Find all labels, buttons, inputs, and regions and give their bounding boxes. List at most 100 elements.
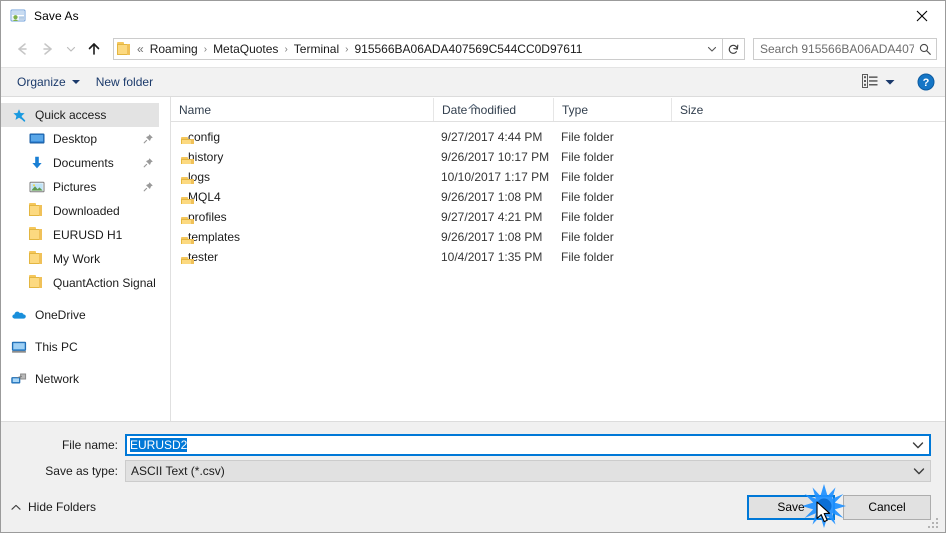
breadcrumb-overflow[interactable]: « (137, 42, 144, 56)
breadcrumb-item-terminal-id[interactable]: 915566BA06ADA407569C544CC0D97611 (351, 40, 585, 58)
breadcrumb-item-roaming[interactable]: Roaming (147, 40, 201, 58)
file-list-pane: Name Date modified Type Size config 9/27… (171, 97, 945, 421)
sidebar-item-label: OneDrive (35, 308, 86, 322)
column-header-name[interactable]: Name (171, 98, 433, 121)
hide-folders-label: Hide Folders (28, 500, 97, 514)
sidebar-item-downloaded[interactable]: Downloaded (1, 199, 170, 223)
table-row[interactable]: tester 10/4/2017 1:35 PM File folder (171, 247, 945, 267)
sidebar-item-label: Quick access (35, 108, 107, 122)
svg-text:?: ? (923, 77, 930, 89)
close-button[interactable] (899, 1, 945, 30)
table-row[interactable]: templates 9/26/2017 1:08 PM File folder (171, 227, 945, 247)
table-row[interactable]: MQL4 9/26/2017 1:08 PM File folder (171, 187, 945, 207)
this-pc-icon (11, 339, 27, 355)
sidebar-item-label: Pictures (53, 180, 97, 194)
search-input[interactable]: Search 915566BA06ADA40756... (753, 38, 937, 60)
forward-arrow-icon[interactable] (35, 36, 61, 62)
chevron-up-icon (11, 500, 21, 514)
pin-icon (143, 133, 154, 147)
dialog-body: Quick access Desktop Documents Pictures … (1, 97, 945, 421)
folder-icon (29, 203, 45, 219)
breadcrumb-item-metaquotes[interactable]: MetaQuotes (210, 40, 281, 58)
save-as-type-value: ASCII Text (*.csv) (131, 464, 225, 478)
breadcrumb-item-terminal[interactable]: Terminal (291, 40, 342, 58)
sort-ascending-icon (468, 99, 479, 113)
desktop-icon (29, 131, 45, 147)
search-icon (914, 42, 936, 56)
column-header-size[interactable]: Size (671, 98, 747, 121)
file-name-input[interactable]: EURUSD2 (125, 434, 931, 456)
file-type-cell: File folder (561, 210, 614, 224)
file-name-cell: logs (171, 170, 433, 184)
save-as-dialog: Save As « Roaming › MetaQuotes › Termina… (0, 0, 946, 533)
file-date-cell: 10/4/2017 1:35 PM (441, 250, 543, 264)
navigation-pane: Quick access Desktop Documents Pictures … (1, 97, 171, 421)
sidebar-item-quick-access[interactable]: Quick access (1, 103, 159, 127)
sidebar-item-label: This PC (35, 340, 78, 354)
sidebar-item-documents[interactable]: Documents (1, 151, 170, 175)
file-name-cell: templates (171, 230, 433, 244)
up-arrow-icon[interactable] (81, 36, 107, 62)
sidebar-item-label: Downloaded (53, 204, 120, 218)
table-row[interactable]: profiles 9/27/2017 4:21 PM File folder (171, 207, 945, 227)
save-button[interactable]: Save (747, 494, 835, 520)
column-header-type[interactable]: Type (553, 98, 671, 121)
sidebar-item-my-work[interactable]: My Work (1, 247, 170, 271)
organize-button[interactable]: Organize (9, 71, 88, 93)
save-as-type-select[interactable]: ASCII Text (*.csv) (125, 460, 931, 482)
star-pin-icon (11, 107, 27, 123)
help-question-icon[interactable]: ? (915, 71, 937, 93)
sidebar-item-quantaction-signal[interactable]: QuantAction Signal (1, 271, 170, 295)
file-type-cell: File folder (561, 150, 614, 164)
file-date-cell: 9/26/2017 1:08 PM (441, 230, 543, 244)
address-bar: « Roaming › MetaQuotes › Terminal › 9155… (1, 31, 945, 67)
file-date-cell: 10/10/2017 1:17 PM (441, 170, 550, 184)
chevron-down-icon[interactable] (907, 441, 929, 450)
column-header-date-modified[interactable]: Date modified (433, 98, 553, 121)
cancel-button[interactable]: Cancel (843, 494, 931, 520)
sidebar-item-label: QuantAction Signal (53, 276, 156, 290)
resize-grip-icon[interactable] (928, 517, 941, 529)
file-type-cell: File folder (561, 190, 614, 204)
chevron-down-icon[interactable] (702, 39, 722, 59)
sidebar-item-desktop[interactable]: Desktop (1, 127, 170, 151)
sidebar-item-pictures[interactable]: Pictures (1, 175, 170, 199)
sidebar-item-eurusd-h1[interactable]: EURUSD H1 (1, 223, 170, 247)
file-type-cell: File folder (561, 230, 614, 244)
change-view-button[interactable] (856, 71, 901, 94)
refresh-icon[interactable] (723, 38, 745, 60)
save-as-icon (10, 8, 26, 24)
dialog-footer: Hide Folders Save Cancel (1, 486, 945, 532)
sidebar-item-this-pc[interactable]: This PC (1, 335, 170, 359)
folder-icon (29, 227, 45, 243)
column-header-row: Name Date modified Type Size (171, 97, 945, 122)
chevron-down-icon (885, 75, 895, 89)
hide-folders-button[interactable]: Hide Folders (11, 500, 96, 514)
chevron-down-icon[interactable] (908, 467, 930, 476)
file-type-cell: File folder (561, 250, 614, 264)
window-title: Save As (34, 9, 79, 23)
save-form: File name: EURUSD2 Save as type: ASCII T… (1, 421, 945, 486)
title-bar: Save As (1, 1, 945, 31)
sidebar-item-onedrive[interactable]: OneDrive (1, 303, 170, 327)
new-folder-button[interactable]: New folder (88, 71, 161, 93)
back-arrow-icon[interactable] (9, 36, 35, 62)
table-row[interactable]: config 9/27/2017 4:44 PM File folder (171, 127, 945, 147)
table-row[interactable]: history 9/26/2017 10:17 PM File folder (171, 147, 945, 167)
sidebar-item-label: Network (35, 372, 80, 386)
recent-locations-chevron-icon[interactable] (61, 36, 81, 62)
file-name-selected-text: EURUSD2 (130, 438, 188, 452)
file-name-value: EURUSD2 (127, 438, 907, 452)
file-rows: config 9/27/2017 4:44 PM File folder his… (171, 122, 945, 421)
pin-icon (143, 181, 154, 195)
file-name-cell: tester (171, 250, 433, 264)
pin-icon (143, 157, 154, 171)
sidebar-item-label: Desktop (53, 132, 98, 146)
sidebar-item-network[interactable]: Network (1, 367, 170, 391)
file-name-row: File name: EURUSD2 (1, 434, 945, 456)
breadcrumb[interactable]: « Roaming › MetaQuotes › Terminal › 9155… (113, 38, 723, 60)
file-name-cell: MQL4 (171, 190, 433, 204)
table-row[interactable]: logs 10/10/2017 1:17 PM File folder (171, 167, 945, 187)
save-as-type-row: Save as type: ASCII Text (*.csv) (1, 460, 945, 482)
new-folder-label: New folder (95, 75, 154, 89)
